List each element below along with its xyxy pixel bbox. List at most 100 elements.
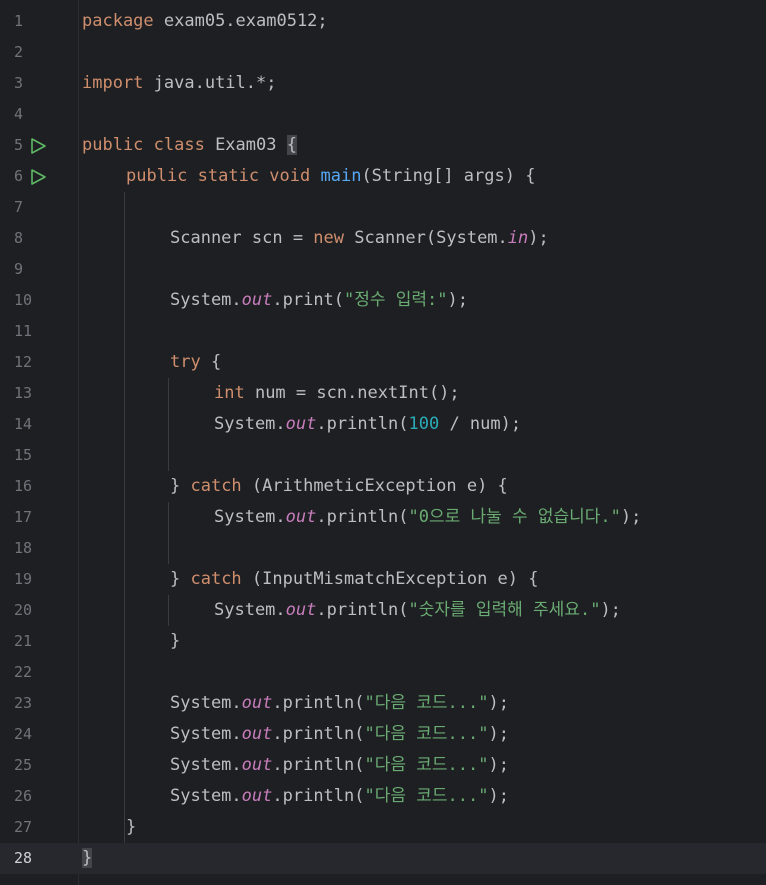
token: out [285, 507, 317, 527]
code-line-16[interactable]: 16 } catch (ArithmeticException e) { [0, 471, 766, 502]
code-text: Scanner scn = new Scanner(System.in); [170, 223, 549, 254]
token: System. [170, 724, 242, 744]
token: exam05.exam0512; [153, 11, 328, 31]
token: ); [488, 786, 509, 806]
token: System. [170, 786, 242, 806]
token: ); [600, 600, 621, 620]
line-number: 1 [14, 12, 24, 30]
token: System. [214, 600, 286, 620]
token: Scanner scn = [170, 228, 314, 248]
code-line-7[interactable]: 7 [0, 192, 766, 223]
token: Exam03 [204, 135, 287, 155]
code-line-21[interactable]: 21} [0, 626, 766, 657]
token: "다음 코드..." [364, 724, 489, 744]
code-line-6[interactable]: 6 public static void main(String[] args) … [0, 161, 766, 192]
token: import [82, 73, 144, 93]
indent-guide [168, 502, 169, 564]
token: ); [447, 290, 469, 310]
code-text: System.out.println("다음 코드..."); [170, 688, 509, 719]
line-number: 12 [14, 353, 33, 371]
code-text: System.out.println("다음 코드..."); [170, 781, 509, 812]
code-line-8[interactable]: 8 Scanner scn = new Scanner(System.in); [0, 223, 766, 254]
line-number: 7 [14, 198, 24, 216]
code-line-28[interactable]: 28} [0, 843, 766, 874]
code-text: System.out.println("숫자를 입력해 주세요."); [214, 595, 621, 626]
indent-guide [124, 192, 125, 843]
token: "0으로 나눌 수 없습니다." [408, 507, 621, 527]
token: System. [170, 693, 242, 713]
line-number: 5 [14, 136, 24, 154]
code-line-14[interactable]: 14 System.out.println(100 / num); [0, 409, 766, 440]
token: { [286, 135, 297, 155]
line-number: 9 [14, 260, 24, 278]
token: .print( [272, 290, 345, 310]
code-line-22[interactable]: 22 [0, 657, 766, 688]
code-line-13[interactable]: 13 int num = scn.nextInt(); [0, 378, 766, 409]
code-text: } catch (ArithmeticException e) { [170, 471, 508, 502]
token: out [241, 724, 273, 744]
code-line-24[interactable]: 24 System.out.println("다음 코드..."); [0, 719, 766, 750]
code-line-26[interactable]: 26 System.out.println("다음 코드..."); [0, 781, 766, 812]
line-number: 25 [14, 756, 33, 774]
token: / num); [439, 414, 522, 434]
code-line-12[interactable]: 12 try { [0, 347, 766, 378]
code-text: System.out.println("다음 코드..."); [170, 750, 509, 781]
line-number: 24 [14, 725, 33, 743]
code-line-11[interactable]: 11 [0, 316, 766, 347]
code-text: } [126, 812, 136, 843]
token: (InputMismatchException e) { [241, 569, 539, 589]
line-number: 6 [14, 167, 24, 185]
code-line-19[interactable]: 19} catch (InputMismatchException e) { [0, 564, 766, 595]
line-number: 20 [14, 601, 33, 619]
code-line-2[interactable]: 2 [0, 37, 766, 68]
code-line-27[interactable]: 27} [0, 812, 766, 843]
code-text: System.out.println("다음 코드..."); [170, 719, 509, 750]
token: "숫자를 입력해 주세요." [408, 600, 601, 620]
code-editor[interactable]: 1 package exam05.exam0512; 2 3 import java.u… [0, 0, 766, 885]
code-line-1[interactable]: 1 package exam05.exam0512; [0, 6, 766, 37]
token: ); [488, 724, 509, 744]
token: out [241, 755, 273, 775]
line-number: 26 [14, 787, 33, 805]
token: java.util.*; [143, 73, 277, 93]
token: .println( [316, 414, 409, 434]
token: "다음 코드..." [364, 786, 489, 806]
line-number: 8 [14, 229, 24, 247]
code-line-18[interactable]: 18 [0, 533, 766, 564]
run-triangle-icon[interactable] [29, 168, 47, 186]
token: "다음 코드..." [364, 755, 489, 775]
code-line-4[interactable]: 4 [0, 99, 766, 130]
line-number: 4 [14, 105, 24, 123]
token: (String[] args) { [361, 166, 536, 186]
run-triangle-icon[interactable] [29, 137, 47, 155]
code-line-23[interactable]: 23 System.out.println("다음 코드..."); [0, 688, 766, 719]
code-text: } [170, 626, 180, 657]
line-number: 19 [14, 570, 33, 588]
line-number: 16 [14, 477, 33, 495]
code-line-25[interactable]: 25 System.out.println("다음 코드..."); [0, 750, 766, 781]
code-line-5[interactable]: 5 public class Exam03 { [0, 130, 766, 161]
token: "다음 코드..." [364, 693, 489, 713]
token: Scanner(System. [344, 228, 508, 248]
code-line-10[interactable]: 10 System.out.print("정수 입력:"); [0, 285, 766, 316]
token: } [126, 817, 137, 837]
line-number: 11 [14, 322, 33, 340]
code-line-9[interactable]: 9 [0, 254, 766, 285]
token: package [82, 11, 154, 31]
line-number: 15 [14, 446, 33, 464]
token: System. [214, 507, 286, 527]
line-number: 18 [14, 539, 33, 557]
token: .println( [272, 724, 365, 744]
line-number: 27 [14, 818, 33, 836]
code-text: System.out.println(100 / num); [214, 409, 521, 440]
code-line-20[interactable]: 20 System.out.println("숫자를 입력해 주세요."); [0, 595, 766, 626]
line-number: 28 [14, 849, 33, 867]
code-text: int num = scn.nextInt(); [214, 378, 460, 409]
code-line-15[interactable]: 15 [0, 440, 766, 471]
code-line-3[interactable]: 3 import java.util.*; [0, 68, 766, 99]
code-line-17[interactable]: 17 System.out.println("0으로 나눌 수 없습니다."); [0, 502, 766, 533]
line-number: 14 [14, 415, 33, 433]
token: out [285, 414, 317, 434]
line-number: 2 [14, 43, 24, 61]
